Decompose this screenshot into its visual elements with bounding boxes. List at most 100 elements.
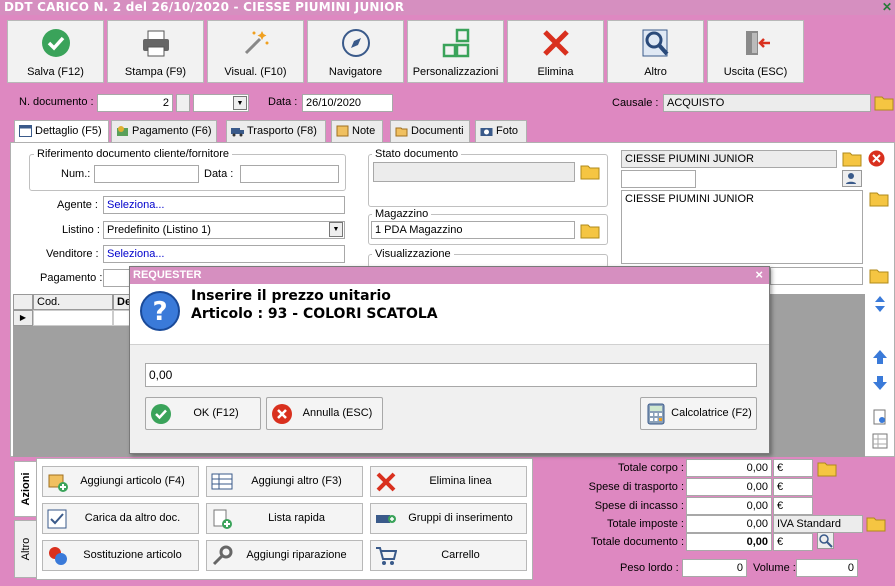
doc-series-select[interactable]: ▼ [193,94,249,112]
spese-trasporto-field[interactable]: 0,00 [686,478,772,496]
quick-list-icon [213,509,232,529]
spese-trasporto-label: Spese di trasporto : [588,481,684,493]
listino-label: Listino : [62,224,100,236]
row-pointer-icon: ▶ [13,310,33,326]
num-field[interactable] [94,165,199,183]
ok-button[interactable]: OK (F12) [145,397,261,430]
tab-foto[interactable]: Foto [475,120,527,142]
folder-icon[interactable] [869,190,889,207]
tab-trasporto[interactable]: Trasporto (F8) [226,120,326,142]
grid-settings-icon[interactable] [871,432,889,450]
tab-dettaglio[interactable]: Dettaglio (F5) [14,120,109,143]
stato-field[interactable] [373,162,575,182]
folder-icon[interactable] [580,222,600,239]
doc-suffix-field[interactable] [176,94,190,112]
cart-label: Carrello [441,549,480,561]
printer-icon [142,30,169,57]
cliente-code-field[interactable] [621,170,696,188]
add-repair-button[interactable]: Aggiungi riparazione [206,540,363,571]
currency-field: € [773,478,813,496]
delete-button[interactable]: Elimina [507,20,604,83]
magazzino-field[interactable]: 1 PDA Magazzino [371,221,575,239]
agente-field[interactable]: Seleziona... [103,196,345,214]
svg-text:?: ? [152,297,167,327]
add-item-label: Aggiungi articolo (F4) [80,475,185,487]
folder-icon[interactable] [874,94,894,111]
sort-updown-icon[interactable] [871,295,889,313]
preview-button[interactable]: Visual. (F10) [207,20,304,83]
quick-list-label: Lista rapida [268,512,325,524]
folder-icon[interactable] [580,163,600,180]
delete-line-label: Elimina linea [429,475,492,487]
check-circle-icon [41,29,70,57]
folder-icon[interactable] [866,515,886,532]
venditore-label: Venditore : [46,248,99,260]
insert-groups-button[interactable]: Gruppi di inserimento [370,503,527,534]
causale-label: Causale : [612,97,659,109]
dialog-header: ? Inserire il prezzo unitario Articolo :… [130,284,769,345]
tab-note[interactable]: Note [331,120,383,142]
folder-icon[interactable] [842,150,862,167]
add-item-button[interactable]: Aggiungi articolo (F4) [42,466,199,497]
dialog-close-icon[interactable]: × [755,267,763,283]
replace-item-button[interactable]: Sostituzione articolo [42,540,199,571]
doc-number-field[interactable]: 2 [97,94,173,112]
load-from-doc-label: Carica da altro doc. [84,512,181,524]
user-search-icon[interactable] [842,170,862,187]
arrow-down-icon[interactable] [871,374,889,392]
venditore-field[interactable]: Seleziona... [103,245,345,263]
exit-button[interactable]: Uscita (ESC) [707,20,804,83]
remove-circle-icon[interactable] [868,150,885,167]
window-close-icon[interactable]: ✕ [882,0,892,14]
grid-header-cod[interactable]: Cod. [33,294,113,310]
currency-field: € [773,533,813,551]
currency-field: € [773,459,813,477]
other-button-label: Altro [644,66,667,78]
navigator-button[interactable]: Navigatore [307,20,404,83]
spese-incasso-field[interactable]: 0,00 [686,497,772,515]
volume-field[interactable]: 0 [796,559,858,577]
folder-icon[interactable] [869,267,889,284]
price-input[interactable]: 0,00 [145,363,757,387]
tab-documenti[interactable]: Documenti [390,120,470,142]
totale-corpo-field: 0,00 [686,459,772,477]
magnifier-icon [642,29,668,57]
ref-date-field[interactable] [240,165,339,183]
cancel-button[interactable]: Annulla (ESC) [266,397,383,430]
peso-field[interactable]: 0 [682,559,747,577]
extra-field[interactable] [770,267,863,285]
copy-doc-icon[interactable] [871,408,889,426]
calculator-button[interactable]: Calcolatrice (F2) [640,397,757,430]
add-other-button[interactable]: Aggiungi altro (F3) [206,466,363,497]
quick-list-button[interactable]: Lista rapida [206,503,363,534]
other-button[interactable]: Altro [607,20,704,83]
customizations-button[interactable]: Personalizzazioni [407,20,504,83]
vtab-altro-label: Altro [19,537,32,561]
exit-door-icon [745,31,770,55]
check-circle-icon [151,404,171,424]
zoom-icon[interactable] [817,532,834,549]
print-button[interactable]: Stampa (F9) [107,20,204,83]
folder-icon[interactable] [817,460,837,477]
date-field[interactable]: 26/10/2020 [302,94,393,112]
date-label: Data : [268,96,298,108]
iva-field[interactable]: IVA Standard [773,515,863,533]
tab-pagamento[interactable]: Pagamento (F6) [111,120,217,142]
causale-field[interactable]: ACQUISTO [663,94,871,112]
spese-incasso-label: Spese di incasso : [594,500,684,512]
grid-cell[interactable] [33,310,113,326]
arrow-up-icon[interactable] [871,348,889,366]
save-button[interactable]: Salva (F12) [7,20,104,83]
delete-button-label: Elimina [537,66,574,78]
cliente-name-field[interactable]: CIESSE PIUMINI JUNIOR [621,150,837,168]
chevron-down-icon[interactable]: ▼ [329,222,343,237]
load-from-doc-button[interactable]: Carica da altro doc. [42,503,199,534]
cart-button[interactable]: Carrello [370,540,527,571]
dialog-title: REQUESTER [130,267,769,284]
listino-select[interactable]: Predefinito (Listino 1) [103,221,345,239]
vtab-azioni[interactable]: Azioni [14,461,36,517]
cliente-address-field[interactable]: CIESSE PIUMINI JUNIOR [621,190,863,264]
documents-icon [395,127,408,137]
delete-line-button[interactable]: Elimina linea [370,466,527,497]
vtab-altro[interactable]: Altro [14,520,36,578]
